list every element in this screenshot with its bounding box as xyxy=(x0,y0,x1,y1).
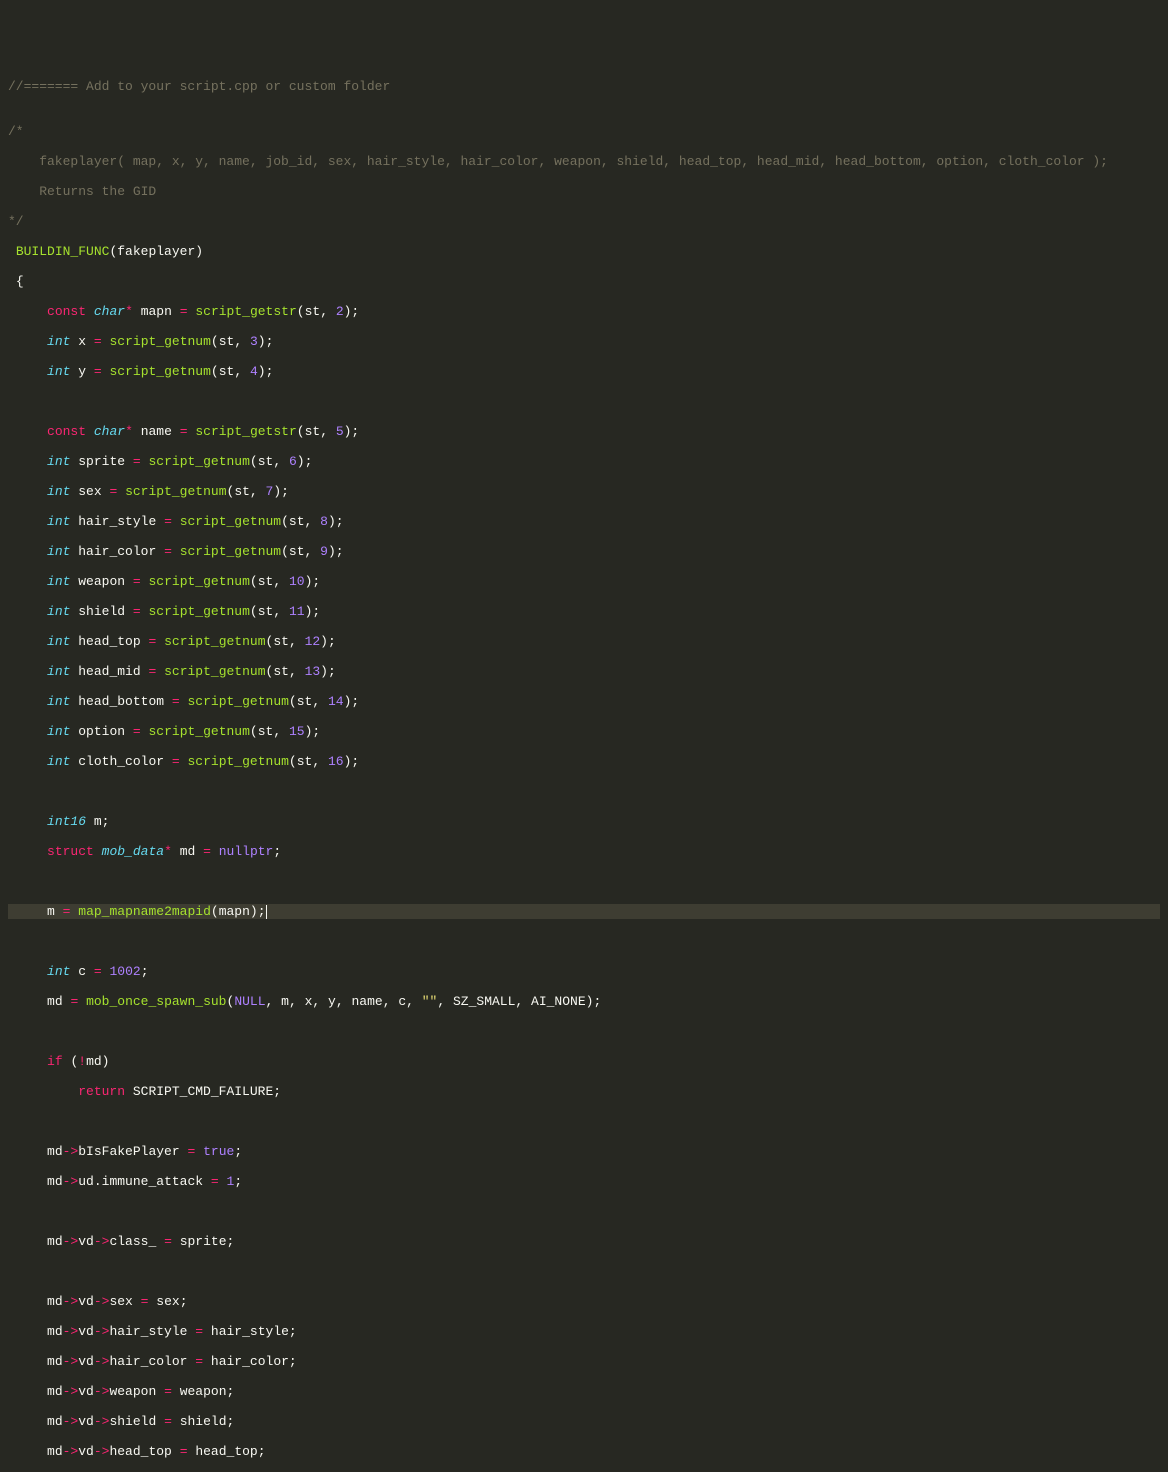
code-line: int cloth_color = script_getnum(st, 16); xyxy=(8,754,1160,769)
code-line: md->vd->shield = shield; xyxy=(8,1414,1160,1429)
code-line: fakeplayer( map, x, y, name, job_id, sex… xyxy=(8,154,1160,169)
code-line: return SCRIPT_CMD_FAILURE; xyxy=(8,1084,1160,1099)
code-line xyxy=(8,394,1160,409)
code-line: int hair_style = script_getnum(st, 8); xyxy=(8,514,1160,529)
code-line: md->vd->class_ = sprite; xyxy=(8,1234,1160,1249)
code-line: int weapon = script_getnum(st, 10); xyxy=(8,574,1160,589)
code-line xyxy=(8,1024,1160,1039)
code-line xyxy=(8,874,1160,889)
code-line xyxy=(8,784,1160,799)
code-line: md->vd->hair_color = hair_color; xyxy=(8,1354,1160,1369)
code-line: md->ud.immune_attack = 1; xyxy=(8,1174,1160,1189)
code-line: int shield = script_getnum(st, 11); xyxy=(8,604,1160,619)
code-line: int head_mid = script_getnum(st, 13); xyxy=(8,664,1160,679)
code-line: md->vd->head_top = head_top; xyxy=(8,1444,1160,1459)
code-line: struct mob_data* md = nullptr; xyxy=(8,844,1160,859)
code-line: int option = script_getnum(st, 15); xyxy=(8,724,1160,739)
code-line: int c = 1002; xyxy=(8,964,1160,979)
code-line: md->bIsFakePlayer = true; xyxy=(8,1144,1160,1159)
code-line xyxy=(8,934,1160,949)
code-line: Returns the GID xyxy=(8,184,1160,199)
code-line: */ xyxy=(8,214,1160,229)
code-line: const char* mapn = script_getstr(st, 2); xyxy=(8,304,1160,319)
code-line: int sex = script_getnum(st, 7); xyxy=(8,484,1160,499)
code-line: { xyxy=(8,274,1160,289)
code-line: md = mob_once_spawn_sub(NULL, m, x, y, n… xyxy=(8,994,1160,1009)
code-line: int y = script_getnum(st, 4); xyxy=(8,364,1160,379)
code-line: int16 m; xyxy=(8,814,1160,829)
code-line: int head_bottom = script_getnum(st, 14); xyxy=(8,694,1160,709)
code-line: int sprite = script_getnum(st, 6); xyxy=(8,454,1160,469)
text-cursor xyxy=(266,905,267,919)
code-line: md->vd->weapon = weapon; xyxy=(8,1384,1160,1399)
code-line: /* xyxy=(8,124,1160,139)
code-line: const char* name = script_getstr(st, 5); xyxy=(8,424,1160,439)
code-line xyxy=(8,1264,1160,1279)
code-line: BUILDIN_FUNC(fakeplayer) xyxy=(8,244,1160,259)
code-line: int x = script_getnum(st, 3); xyxy=(8,334,1160,349)
code-line: if (!md) xyxy=(8,1054,1160,1069)
code-line-active: m = map_mapname2mapid(mapn); xyxy=(8,904,1160,919)
code-editor[interactable]: //======= Add to your script.cpp or cust… xyxy=(8,64,1160,1472)
code-line: int hair_color = script_getnum(st, 9); xyxy=(8,544,1160,559)
code-line xyxy=(8,1114,1160,1129)
code-line: int head_top = script_getnum(st, 12); xyxy=(8,634,1160,649)
code-line: //======= Add to your script.cpp or cust… xyxy=(8,79,1160,94)
code-line xyxy=(8,1204,1160,1219)
code-line: md->vd->sex = sex; xyxy=(8,1294,1160,1309)
code-line: md->vd->hair_style = hair_style; xyxy=(8,1324,1160,1339)
